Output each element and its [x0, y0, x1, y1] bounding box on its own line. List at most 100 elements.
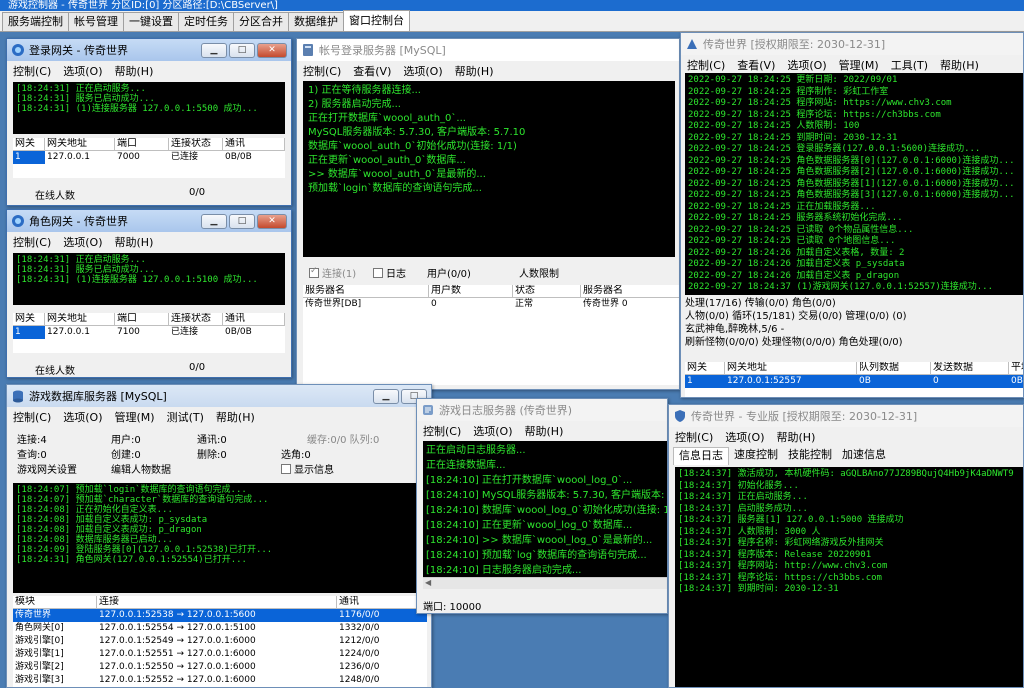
tab-speedup-info[interactable]: 加速信息	[837, 447, 891, 465]
menu-test[interactable]: 测试(T)	[161, 409, 210, 425]
tab-speed-control[interactable]: 速度控制	[729, 447, 783, 465]
table-row[interactable]: 游戏引擎[2] 127.0.0.1:52550 → 127.0.0.1:6000 1…	[13, 661, 427, 674]
column-header[interactable]: 通讯	[223, 138, 285, 151]
menu-help[interactable]: 帮助(H)	[934, 57, 985, 73]
menu-options[interactable]: 选项(O)	[57, 63, 108, 79]
tab-skill-control[interactable]: 技能控制	[783, 447, 837, 465]
column-header[interactable]: 队列数据	[857, 362, 931, 375]
table-row[interactable]: 1 127.0.0.1:52557 0B 0 0B	[685, 375, 1023, 388]
column-header[interactable]: 模块	[13, 596, 97, 609]
table-row[interactable]: 1 127.0.0.1 7000 已连接 0B/0B	[13, 151, 285, 164]
table-row[interactable]: 游戏引擎[3] 127.0.0.1:52552 → 127.0.0.1:6000 1…	[13, 674, 427, 687]
column-header[interactable]: 状态	[513, 285, 581, 298]
menu-view[interactable]: 查看(V)	[347, 63, 397, 79]
horizontal-scrollbar[interactable]: ◀	[423, 577, 667, 589]
log-checkbox[interactable]: 日志	[373, 265, 406, 280]
column-header[interactable]: 通讯	[337, 596, 427, 609]
stats-panel: 处理(17/16) 传输(0/0) 角色(0/0) 人物(0/0) 循环(15/…	[685, 297, 1023, 349]
table-row[interactable]: 传奇世界[DB] 0 正常 传奇世界 0	[303, 298, 679, 311]
minimize-button[interactable]: ▁	[201, 213, 227, 229]
window-caption[interactable]: 游戏数据库服务器 [MySQL] ▁ □	[7, 385, 431, 407]
tab-data-maintenance[interactable]: 数据维护	[288, 12, 344, 31]
column-header[interactable]: 网关	[13, 138, 45, 151]
column-header[interactable]: 端口	[115, 138, 169, 151]
menu-tools[interactable]: 工具(T)	[885, 57, 934, 73]
tab-one-click-settings[interactable]: 一键设置	[123, 12, 179, 31]
menu-control[interactable]: 控制(C)	[7, 409, 57, 425]
column-header[interactable]: 网关	[13, 313, 45, 326]
tab-window-console[interactable]: 窗口控制台	[343, 10, 410, 31]
close-button[interactable]: ✕	[257, 213, 287, 229]
column-header[interactable]: 网关地址	[45, 313, 115, 326]
tab-scheduled-tasks[interactable]: 定时任务	[178, 12, 234, 31]
show-info-checkbox[interactable]: 显示信息	[281, 461, 334, 476]
column-header[interactable]: 服务器名	[581, 285, 679, 298]
table-row[interactable]: 传奇世界 127.0.0.1:52538 → 127.0.0.1:5600 1176…	[13, 609, 427, 622]
tab-account-management[interactable]: 帐号管理	[68, 12, 124, 31]
table-row[interactable]: 游戏引擎[1] 127.0.0.1:52551 → 127.0.0.1:6000 1…	[13, 648, 427, 661]
table-row[interactable]: 角色网关[0] 127.0.0.1:52554 → 127.0.0.1:5100 1…	[13, 622, 427, 635]
window-caption[interactable]: 帐号登录服务器 [MySQL]	[297, 39, 679, 61]
menu-options[interactable]: 选项(O)	[397, 63, 448, 79]
menu-control[interactable]: 控制(C)	[669, 429, 719, 445]
window-caption[interactable]: 传奇世界 - 专业版 [授权期限至: 2030-12-31]	[669, 405, 1023, 427]
column-header[interactable]: 通讯	[223, 313, 285, 326]
column-header[interactable]: 连接	[97, 596, 337, 609]
menu-help[interactable]: 帮助(H)	[210, 409, 261, 425]
table-row[interactable]: 1 127.0.0.1 7100 已连接 0B/0B	[13, 326, 285, 339]
column-header[interactable]: 网关地址	[725, 362, 857, 375]
window-caption[interactable]: 传奇世界 [授权期限至: 2030-12-31]	[681, 33, 1023, 55]
menu-control[interactable]: 控制(C)	[417, 423, 467, 439]
tab-server-control[interactable]: 服务端控制	[2, 12, 69, 31]
connection-checkbox[interactable]: 连接(1)	[309, 265, 356, 280]
menu-help[interactable]: 帮助(H)	[449, 63, 500, 79]
menu-help[interactable]: 帮助(H)	[519, 423, 570, 439]
menu-bar: 控制(C) 查看(V) 选项(O) 管理(M) 工具(T) 帮助(H)	[681, 55, 1023, 74]
window-caption[interactable]: 游戏日志服务器 (传奇世界)	[417, 399, 667, 421]
column-header[interactable]: 用户数	[429, 285, 513, 298]
column-header[interactable]: 连接状态	[169, 313, 223, 326]
gateway-settings-link[interactable]: 游戏网关设置	[17, 461, 77, 476]
menu-help[interactable]: 帮助(H)	[109, 234, 160, 250]
menu-options[interactable]: 选项(O)	[719, 429, 770, 445]
column-header[interactable]: 网关	[685, 362, 725, 375]
menu-options[interactable]: 选项(O)	[781, 57, 832, 73]
maximize-button[interactable]: □	[229, 42, 255, 58]
tab-info-log[interactable]: 信息日志	[673, 447, 729, 465]
table-row[interactable]: 游戏引擎[0] 127.0.0.1:52549 → 127.0.0.1:6000 1…	[13, 635, 427, 648]
close-button[interactable]: ✕	[257, 42, 287, 58]
column-header[interactable]: 网关地址	[45, 138, 115, 151]
minimize-button[interactable]: ▁	[373, 388, 399, 404]
scroll-left-arrow[interactable]: ◀	[425, 578, 431, 587]
window-caption[interactable]: 角色网关 - 传奇世界 ▁ □ ✕	[7, 210, 291, 232]
menu-manage[interactable]: 管理(M)	[833, 57, 885, 73]
menu-help[interactable]: 帮助(H)	[109, 63, 160, 79]
column-header[interactable]: 平均	[1009, 362, 1023, 375]
menu-options[interactable]: 选项(O)	[57, 234, 108, 250]
stat-users: 用户:0	[111, 435, 141, 446]
table-header: 网关 网关地址 队列数据 发送数据 平均	[685, 362, 1023, 375]
column-header[interactable]: 服务器名	[303, 285, 429, 298]
minimize-button[interactable]: ▁	[201, 42, 227, 58]
menu-options[interactable]: 选项(O)	[57, 409, 108, 425]
menu-manage[interactable]: 管理(M)	[109, 409, 161, 425]
menu-control[interactable]: 控制(C)	[297, 63, 347, 79]
menu-options[interactable]: 选项(O)	[467, 423, 518, 439]
menu-control[interactable]: 控制(C)	[7, 63, 57, 79]
log-console: 1) 正在等待服务器连接... 2) 服务器启动完成... 正在打开数据库`wo…	[303, 81, 675, 257]
column-header[interactable]: 连接状态	[169, 138, 223, 151]
log-line: [18:24:31] 正在启动服务...	[16, 255, 146, 265]
column-header[interactable]: 端口	[115, 313, 169, 326]
port-label: 端口: 10000	[423, 602, 482, 613]
tab-zone-merge[interactable]: 分区合并	[233, 12, 289, 31]
menu-control[interactable]: 控制(C)	[681, 57, 731, 73]
table-header: 网关 网关地址 端口 连接状态 通讯	[13, 313, 285, 326]
menu-view[interactable]: 查看(V)	[731, 57, 781, 73]
window-caption[interactable]: 登录网关 - 传奇世界 ▁ □ ✕	[7, 39, 291, 61]
edit-character-link[interactable]: 编辑人物数据	[111, 461, 171, 476]
menu-help[interactable]: 帮助(H)	[771, 429, 822, 445]
column-header[interactable]: 发送数据	[931, 362, 1009, 375]
maximize-button[interactable]: □	[229, 213, 255, 229]
menu-control[interactable]: 控制(C)	[7, 234, 57, 250]
menu-bar: 控制(C) 选项(O) 帮助(H)	[7, 232, 291, 251]
